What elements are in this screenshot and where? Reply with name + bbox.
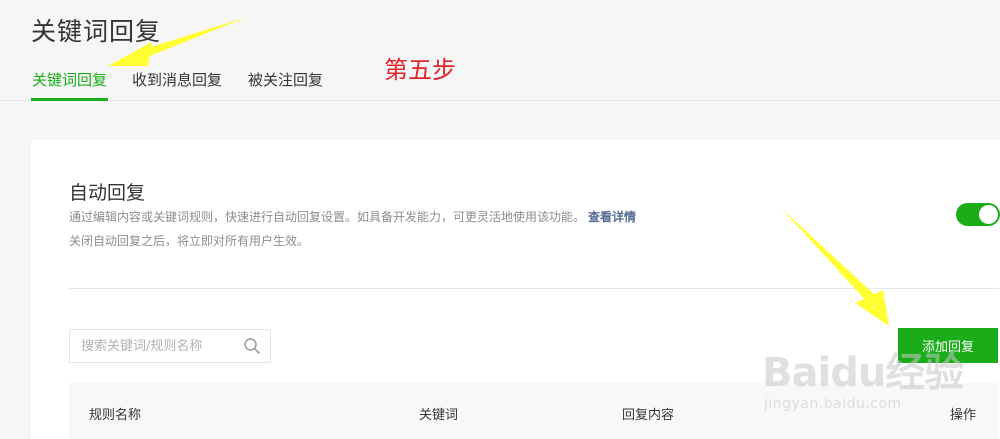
search-input[interactable] xyxy=(70,330,235,362)
column-header-reply-content: 回复内容 xyxy=(622,408,675,423)
section-title: 自动回复 xyxy=(69,182,146,204)
toggle-knob xyxy=(979,205,998,224)
details-link[interactable]: 查看详情 xyxy=(588,210,636,224)
tab-keyword-reply[interactable]: 关键词回复 xyxy=(31,69,109,101)
section-description: 通过编辑内容或关键词规则，快速进行自动回复设置。如具备开发能力，可更灵活地使用该… xyxy=(69,208,636,225)
search-box xyxy=(69,329,271,363)
column-header-keyword: 关键词 xyxy=(419,408,459,423)
page-header: 关键词回复 关键词回复 收到消息回复 被关注回复 第五步 xyxy=(0,0,1000,101)
description-text: 通过编辑内容或关键词规则，快速进行自动回复设置。如具备开发能力，可更灵活地使用该… xyxy=(69,210,586,224)
watermark: Baidu经验 jingyan.baidu.com xyxy=(762,340,1000,439)
watermark-logo: Baidu经验 xyxy=(762,350,964,396)
column-header-rule-name: 规则名称 xyxy=(89,408,142,423)
page-title: 关键词回复 xyxy=(31,17,162,46)
step-annotation: 第五步 xyxy=(384,56,456,84)
divider xyxy=(69,288,999,289)
tab-message-reply[interactable]: 收到消息回复 xyxy=(132,69,222,101)
section-note: 关闭自动回复之后，将立即对所有用户生效。 xyxy=(69,234,310,248)
auto-reply-toggle[interactable] xyxy=(956,203,1000,226)
watermark-url: jingyan.baidu.com xyxy=(764,396,902,412)
search-icon[interactable] xyxy=(243,337,261,355)
tab-follow-reply[interactable]: 被关注回复 xyxy=(248,69,323,101)
